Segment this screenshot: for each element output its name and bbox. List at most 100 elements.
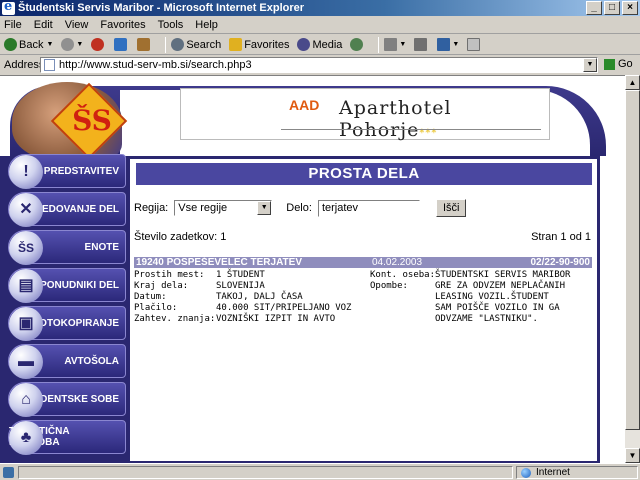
notes-line: ODVZAME "LASTNIKU".	[435, 314, 538, 324]
region-label: Regija:	[134, 202, 169, 214]
back-button[interactable]: Back ▼	[4, 38, 53, 51]
go-arrow-icon	[604, 58, 615, 70]
nav-avtosola[interactable]: ▬ AVTOŠOLA	[8, 344, 126, 379]
region-select[interactable]: Vse regije ▼	[174, 200, 273, 216]
exclamation-icon: !	[9, 155, 43, 189]
contact-value: ŠTUDENTSKI SERVIS MARIBOR	[435, 270, 571, 280]
search-form: Regija: Vse regije ▼ Delo: terjatev Išči	[134, 199, 467, 217]
favorites-button[interactable]: Favorites	[229, 38, 289, 51]
close-button[interactable]: ×	[622, 1, 638, 15]
status-bar: Internet	[0, 463, 640, 480]
house-icon: ⌂	[9, 383, 43, 417]
window-titlebar: Študentski Servis Maribor - Microsoft In…	[0, 0, 640, 16]
field-value: SLOVENIJA	[216, 281, 265, 291]
discuss-icon	[467, 38, 481, 51]
car-icon: ▬	[9, 345, 43, 379]
discuss-button[interactable]	[467, 38, 482, 51]
mail-button[interactable]: ▼	[384, 38, 406, 51]
ie-status-icon	[3, 467, 14, 478]
forward-arrow-icon	[61, 38, 75, 51]
nav-posredovanje-del[interactable]: ✕ POSREDOVANJE DEL	[8, 192, 126, 227]
search-button[interactable]: Search	[171, 38, 221, 51]
sponsor-banner[interactable]: AAD Aparthotel Pohorje***	[180, 88, 550, 141]
media-icon	[297, 38, 311, 51]
nav-enote[interactable]: ŠS ENOTE	[8, 230, 126, 265]
field-value: 1 ŠTUDENT	[216, 270, 265, 280]
page-icon	[44, 59, 55, 71]
field-value: TAKOJ, DALJ ČASA	[216, 292, 303, 302]
field-label: Datum:	[134, 292, 167, 302]
media-button[interactable]: Media	[297, 38, 342, 51]
menu-tools[interactable]: Tools	[158, 19, 184, 31]
notes-line: LEASING VOZIL.ŠTUDENT	[435, 292, 549, 302]
field-value: 40.000 SIT/PRIPELJANO VOZ	[216, 303, 352, 313]
address-label: Address	[4, 59, 45, 71]
back-arrow-icon	[4, 38, 17, 51]
page-content: ŠS AAD Aparthotel Pohorje*** ! PREDSTAVIT…	[0, 75, 625, 463]
mail-icon	[384, 38, 398, 51]
menu-help[interactable]: Help	[195, 19, 218, 31]
panel-title: PROSTA DELA	[136, 163, 592, 185]
ie-icon	[2, 0, 15, 15]
favorites-icon	[229, 38, 243, 51]
home-button[interactable]	[137, 38, 152, 51]
field-label: Zahtev. znanja:	[134, 314, 216, 324]
result-date: 04.02.2003	[372, 257, 423, 268]
field-label: Kraj dela:	[134, 281, 189, 291]
forward-button[interactable]: ▼	[61, 38, 83, 51]
address-url: http://www.stud-serv-mb.si/search.php3	[59, 59, 252, 71]
result-phone: 02/22-90-900	[530, 257, 591, 268]
address-dropdown-arrow[interactable]: ▼	[583, 58, 597, 72]
nav-turisticna-ponudba[interactable]: ♣TURISTIČNA PONUDBA	[8, 420, 126, 455]
browser-toolbar: Back ▼ ▼ Search Favorites Media ▼ ▼	[0, 35, 640, 55]
notes-label: Opombe:	[370, 281, 408, 291]
scroll-down-icon[interactable]: ▼	[625, 448, 640, 463]
scroll-thumb[interactable]	[625, 90, 640, 430]
menu-view[interactable]: View	[65, 19, 89, 31]
home-icon	[137, 38, 151, 51]
nav-studentske-sobe[interactable]: ⌂ ŠTUDENTSKE SOBE	[8, 382, 126, 417]
history-button[interactable]	[350, 38, 365, 51]
result-heading[interactable]: 19240 POSPEŠEVELEC TERJATEV 04.02.2003 0…	[134, 257, 592, 268]
window-title: Študentski Servis Maribor - Microsoft In…	[18, 2, 305, 14]
job-search-input[interactable]: terjatev	[317, 199, 420, 217]
field-label: Prostih mest:	[134, 270, 205, 280]
sponsor-logo-mark: AAD	[289, 97, 320, 113]
field-value: VOZNIŠKI IZPIT IN AVTO	[216, 314, 336, 324]
print-icon	[414, 38, 428, 51]
address-input[interactable]: http://www.stud-serv-mb.si/search.php3 ▼	[40, 57, 598, 73]
vertical-scrollbar[interactable]: ▲ ▼	[625, 75, 640, 463]
palm-icon: ♣	[9, 421, 43, 455]
minimize-button[interactable]: _	[586, 1, 602, 15]
nav-ponudniki-del[interactable]: ▤ PONUDNIKI DEL	[8, 268, 126, 303]
scroll-up-icon[interactable]: ▲	[625, 75, 640, 90]
search-panel: PROSTA DELA Regija: Vse regije ▼ Delo: t…	[127, 156, 600, 463]
notes-line: GRE ZA ODVZEM NEPLAČANIH	[435, 281, 566, 291]
stop-button[interactable]	[91, 38, 106, 51]
nav-predstavitev[interactable]: ! PREDSTAVITEV	[8, 154, 126, 189]
nav-fotokopiranje[interactable]: ▣ FOTOKOPIRANJE	[8, 306, 126, 341]
menu-bar: File Edit View Favorites Tools Help	[0, 16, 640, 34]
menu-file[interactable]: File	[4, 19, 22, 31]
stop-icon	[91, 38, 105, 51]
maximize-button[interactable]: □	[604, 1, 620, 15]
job-label: Delo:	[286, 202, 312, 214]
field-label: Plačilo:	[134, 303, 178, 313]
globe-icon	[521, 467, 531, 478]
page-indicator: Stran 1 od 1	[531, 231, 591, 243]
result-count: Število zadetkov: 1	[134, 231, 227, 243]
document-icon: ▤	[9, 269, 43, 303]
chevron-down-icon[interactable]: ▼	[257, 201, 272, 215]
tools-icon: ✕	[9, 193, 43, 227]
menu-edit[interactable]: Edit	[34, 19, 53, 31]
result-title: 19240 POSPEŠEVELEC TERJATEV	[136, 257, 302, 268]
refresh-button[interactable]	[114, 38, 129, 51]
go-button[interactable]: Go	[604, 58, 633, 70]
print-button[interactable]	[414, 38, 429, 51]
menu-favorites[interactable]: Favorites	[100, 19, 145, 31]
security-zone: Internet	[516, 466, 638, 479]
edit-button[interactable]: ▼	[437, 38, 459, 51]
search-submit-button[interactable]: Išči	[435, 199, 467, 217]
brand-logo-text: ŠS	[72, 104, 112, 137]
search-icon	[171, 38, 185, 51]
